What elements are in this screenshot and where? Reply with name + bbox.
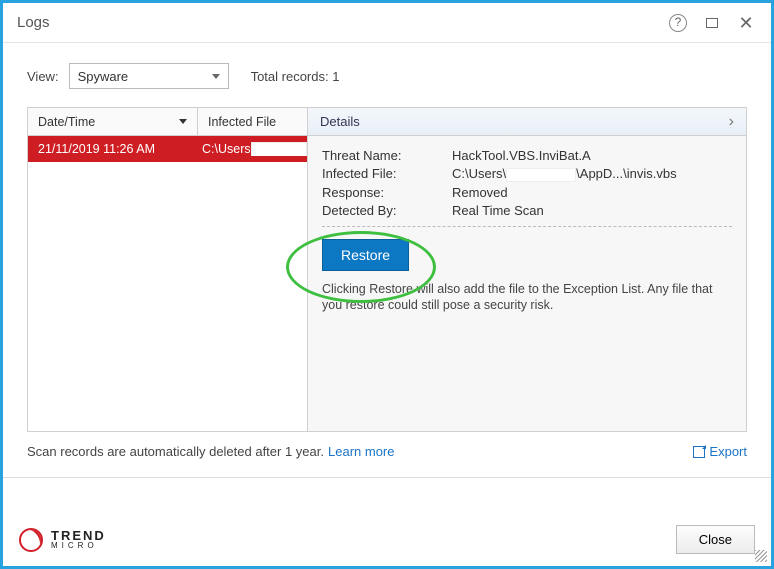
- sort-desc-icon: [179, 119, 187, 124]
- col-header-datetime[interactable]: Date/Time: [28, 108, 198, 135]
- divider: [3, 477, 771, 478]
- window-footer: TREND MICRO Close: [3, 513, 771, 566]
- footer-info-row: Scan records are automatically deleted a…: [27, 444, 747, 459]
- log-panel: Date/Time Infected File 21/11/2019 11:26…: [27, 107, 747, 432]
- resize-grip-icon[interactable]: [755, 550, 767, 562]
- infected-file-label: Infected File:: [322, 166, 452, 182]
- export-link[interactable]: Export: [693, 444, 747, 459]
- restore-note: Clicking Restore will also add the file …: [322, 281, 732, 315]
- close-icon[interactable]: ✕: [735, 12, 757, 34]
- col-header-infected-file[interactable]: Infected File: [198, 108, 307, 135]
- view-selected-value: Spyware: [78, 69, 129, 84]
- brand-name-bottom: MICRO: [51, 542, 106, 550]
- trend-micro-icon: [19, 528, 43, 552]
- table-body: 21/11/2019 11:26 AM C:\Users: [28, 136, 307, 431]
- view-row: View: Spyware Total records: 1: [27, 63, 747, 89]
- detected-by-value: Real Time Scan: [452, 203, 732, 218]
- infected-file-value: C:\Users\\AppD...\invis.vbs: [452, 166, 732, 182]
- close-button[interactable]: Close: [676, 525, 755, 554]
- maximize-icon[interactable]: [701, 12, 723, 34]
- help-icon[interactable]: ?: [667, 12, 689, 34]
- learn-more-link[interactable]: Learn more: [328, 444, 394, 459]
- divider: [322, 226, 732, 227]
- titlebar: Logs ? ✕: [3, 3, 771, 43]
- details-body: Threat Name:HackTool.VBS.InviBat.A Infec…: [308, 136, 746, 326]
- table-header: Date/Time Infected File: [28, 108, 307, 136]
- details-pane: Details › Threat Name:HackTool.VBS.InviB…: [308, 108, 746, 431]
- view-label: View:: [27, 69, 59, 84]
- cell-infected-file: C:\Users: [198, 142, 307, 156]
- response-label: Response:: [322, 185, 452, 200]
- total-records: Total records: 1: [251, 69, 340, 84]
- export-icon: [693, 446, 705, 458]
- chevron-right-icon: ›: [729, 113, 734, 131]
- response-value: Removed: [452, 185, 732, 200]
- auto-delete-note: Scan records are automatically deleted a…: [27, 444, 324, 459]
- logs-window: Logs ? ✕ View: Spyware Total records: 1 …: [0, 0, 774, 569]
- view-select[interactable]: Spyware: [69, 63, 229, 89]
- window-title: Logs: [17, 14, 50, 31]
- table-row[interactable]: 21/11/2019 11:26 AM C:\Users: [28, 136, 307, 162]
- threat-name-label: Threat Name:: [322, 148, 452, 163]
- redacted-region: [506, 168, 576, 182]
- cell-datetime: 21/11/2019 11:26 AM: [28, 142, 198, 156]
- details-header[interactable]: Details ›: [308, 108, 746, 136]
- redacted-region: [251, 142, 307, 156]
- content-area: View: Spyware Total records: 1 Date/Time…: [3, 43, 771, 513]
- threat-name-value: HackTool.VBS.InviBat.A: [452, 148, 732, 163]
- restore-button[interactable]: Restore: [322, 239, 409, 271]
- chevron-down-icon: [212, 74, 220, 79]
- brand-logo: TREND MICRO: [19, 528, 106, 552]
- detected-by-label: Detected By:: [322, 203, 452, 218]
- log-table: Date/Time Infected File 21/11/2019 11:26…: [28, 108, 308, 431]
